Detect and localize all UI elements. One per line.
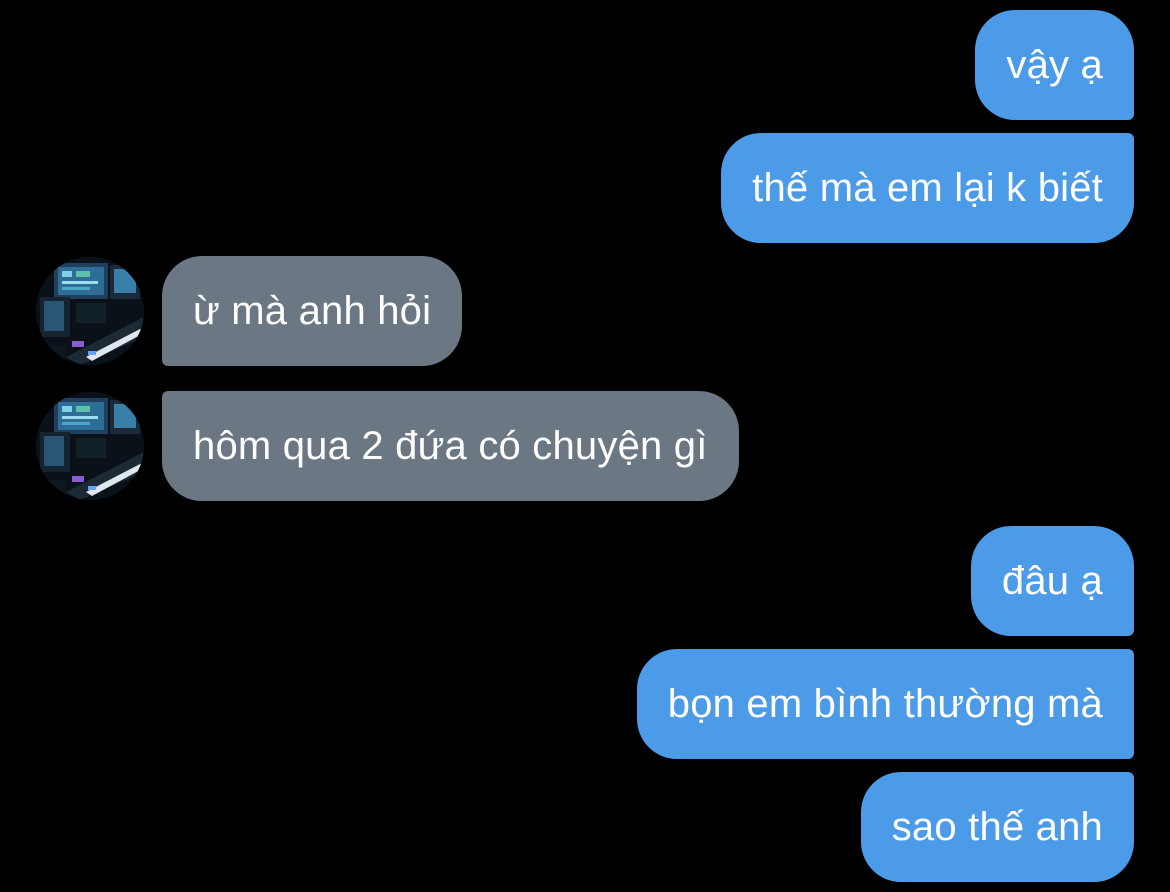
message-row-outgoing: đâu ạ	[970, 526, 1134, 636]
avatar-image	[36, 257, 144, 365]
message-bubble-outgoing[interactable]: vậy ạ	[975, 10, 1134, 120]
message-text: bọn em bình thường mà	[667, 681, 1103, 726]
message-bubble-incoming[interactable]: ừ mà anh hỏi	[162, 256, 463, 366]
message-text: vậy ạ	[1006, 42, 1103, 87]
message-bubble-outgoing[interactable]: bọn em bình thường mà	[636, 649, 1134, 759]
message-text: hôm qua 2 đứa có chuyện gì	[193, 423, 708, 468]
message-text: đâu ạ	[1001, 558, 1103, 603]
message-row-incoming: ừ mà anh hỏi	[36, 256, 463, 366]
message-row-outgoing: bọn em bình thường mà	[636, 649, 1134, 759]
message-row-outgoing: vậy ạ	[975, 10, 1134, 120]
chat-thread: vậy ạ thế mà em lại k biết ừ mà anh hỏi …	[0, 0, 1170, 892]
message-text: thế mà em lại k biết	[752, 165, 1103, 210]
message-bubble-outgoing[interactable]: đâu ạ	[970, 526, 1134, 636]
message-text: ừ mà anh hỏi	[193, 288, 432, 333]
message-text: sao thế anh	[891, 804, 1103, 849]
message-row-outgoing: thế mà em lại k biết	[721, 133, 1134, 243]
music-studio-avatar[interactable]	[36, 392, 144, 500]
message-row-incoming: hôm qua 2 đứa có chuyện gì	[36, 391, 739, 501]
message-bubble-incoming[interactable]: hôm qua 2 đứa có chuyện gì	[162, 391, 739, 501]
music-studio-avatar[interactable]	[36, 257, 144, 365]
message-row-outgoing: sao thế anh	[860, 772, 1134, 882]
message-bubble-outgoing[interactable]: sao thế anh	[860, 772, 1134, 882]
avatar-image	[36, 392, 144, 500]
message-bubble-outgoing[interactable]: thế mà em lại k biết	[721, 133, 1134, 243]
